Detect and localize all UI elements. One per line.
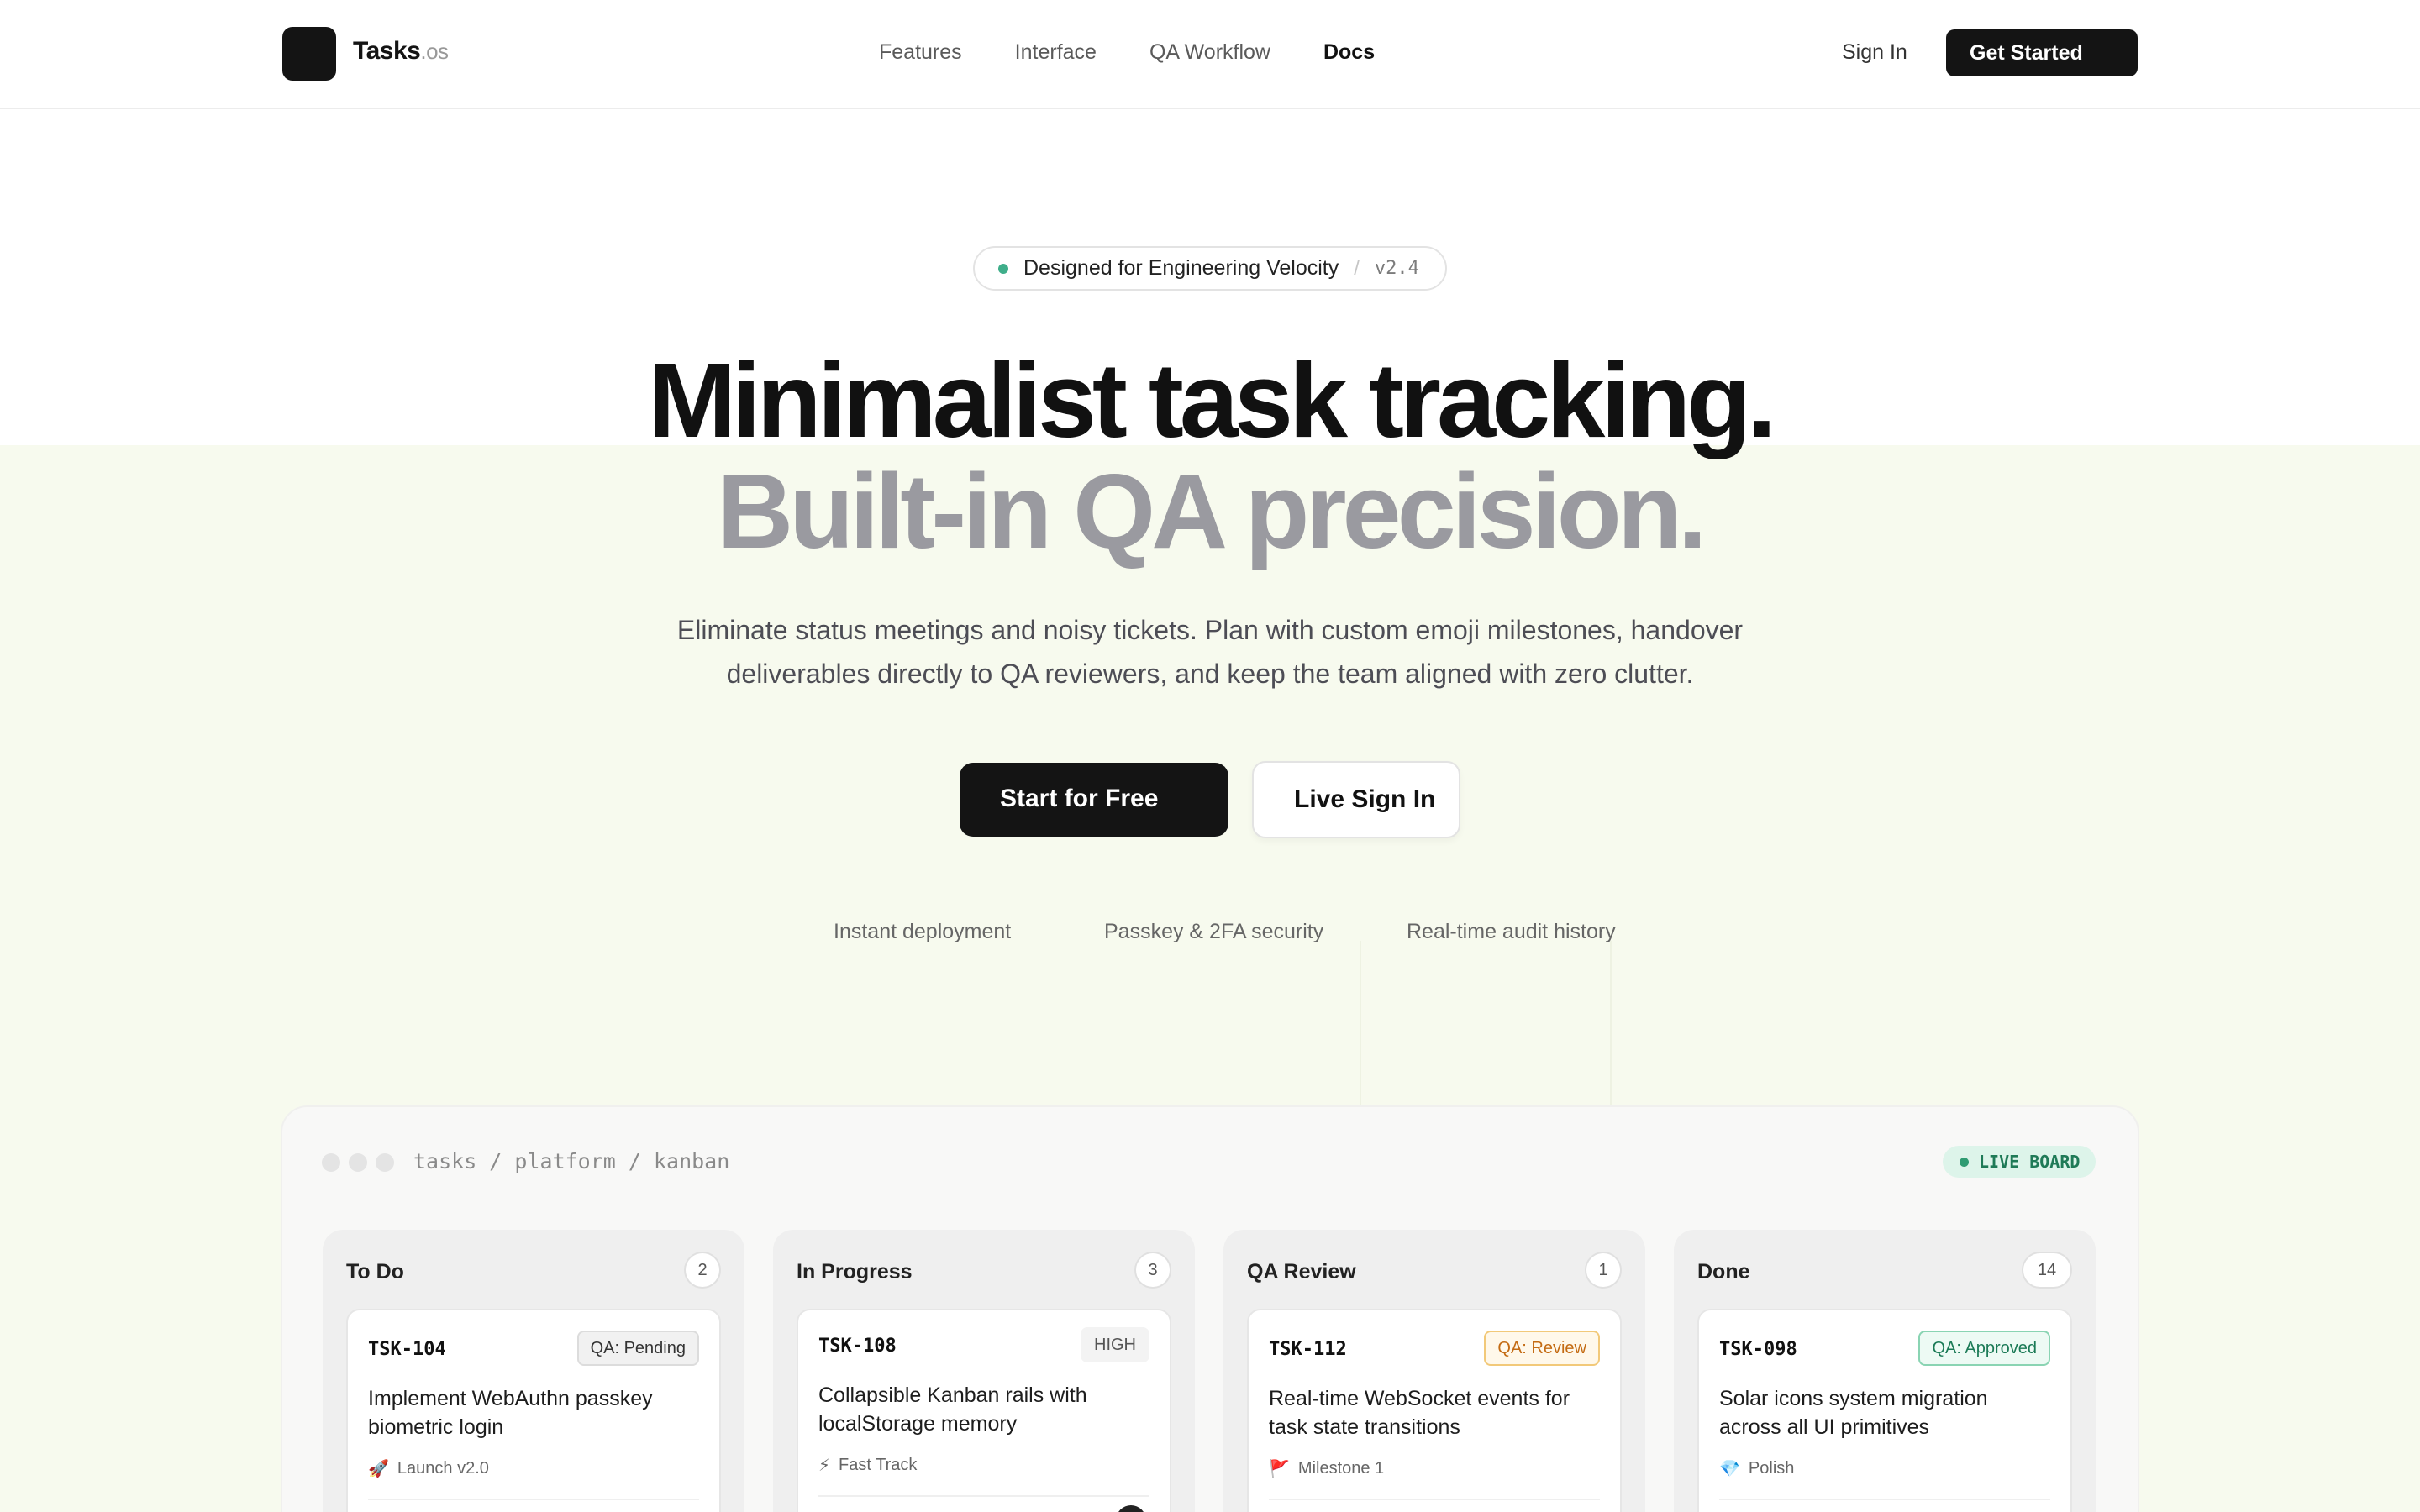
task-card[interactable]: TSK-108 HIGH Collapsible Kanban rails wi… bbox=[797, 1309, 1171, 1512]
decor-line bbox=[1360, 941, 1361, 1109]
column-title: Done bbox=[1697, 1260, 1750, 1284]
milestone-label: Polish bbox=[1748, 1459, 1795, 1478]
headline-primary: Minimalist task tracking. bbox=[647, 341, 1776, 459]
column-title: QA Review bbox=[1247, 1260, 1356, 1284]
card-divider bbox=[818, 1495, 1150, 1497]
column-count-badge: 2 bbox=[684, 1252, 721, 1289]
milestone-label: Launch v2.0 bbox=[397, 1459, 489, 1478]
task-card[interactable]: TSK-098 QA: Approved Solar icons system … bbox=[1697, 1309, 2072, 1512]
qa-status-badge: QA: Approved bbox=[1918, 1331, 2050, 1366]
live-board-badge: LIVE BOARD bbox=[1943, 1146, 2096, 1178]
task-title: Collapsible Kanban rails with localStora… bbox=[818, 1383, 1087, 1436]
get-started-button[interactable]: Get Started bbox=[1946, 29, 2138, 76]
kanban-column-qa-review: QA Review 1 TSK-112 QA: Review Real-time… bbox=[1223, 1230, 1645, 1512]
logo-text[interactable]: Tasks.os bbox=[353, 37, 449, 66]
task-id: TSK-112 bbox=[1269, 1339, 1347, 1360]
nav-link-qa-workflow[interactable]: QA Workflow bbox=[1150, 40, 1270, 65]
lightning-icon: ⚡ bbox=[818, 1457, 831, 1475]
column-count-badge: 1 bbox=[1585, 1252, 1622, 1289]
milestone-tag: ⚡ Fast Track bbox=[818, 1455, 917, 1476]
live-dot-icon bbox=[1960, 1157, 1969, 1167]
kanban-column-todo: To Do 2 TSK-104 QA: Pending Implement We… bbox=[323, 1230, 744, 1512]
milestone-tag: 🚩 Milestone 1 bbox=[1269, 1458, 1384, 1479]
column-title: In Progress bbox=[797, 1260, 913, 1284]
feature-audit-history: Real-time audit history bbox=[1407, 920, 1616, 943]
column-count-badge: 14 bbox=[2022, 1252, 2072, 1289]
card-divider bbox=[1269, 1499, 1600, 1500]
kanban-column-in-progress: In Progress 3 TSK-108 HIGH Collapsible K… bbox=[773, 1230, 1195, 1512]
live-sign-in-button[interactable]: Live Sign In bbox=[1252, 761, 1460, 838]
pill-version: v2.4 bbox=[1374, 258, 1419, 279]
brand-suffix: .os bbox=[420, 39, 449, 64]
nav-link-interface[interactable]: Interface bbox=[1015, 40, 1097, 65]
nav-link-features[interactable]: Features bbox=[879, 40, 962, 65]
avatar bbox=[1116, 1505, 1146, 1512]
task-title: Real-time WebSocket events for task stat… bbox=[1269, 1387, 1570, 1439]
column-title: To Do bbox=[346, 1260, 404, 1284]
priority-badge: HIGH bbox=[1081, 1327, 1150, 1362]
window-dot-icon bbox=[322, 1153, 340, 1172]
qa-status-badge: QA: Review bbox=[1484, 1331, 1600, 1366]
live-board-label: LIVE BOARD bbox=[1979, 1152, 2081, 1172]
sign-in-link[interactable]: Sign In bbox=[1842, 40, 1907, 65]
pill-label: Designed for Engineering Velocity bbox=[1023, 256, 1339, 280]
task-id: TSK-104 bbox=[368, 1339, 446, 1360]
nav-links: Features Interface QA Workflow Docs bbox=[879, 40, 1428, 65]
nav-link-docs[interactable]: Docs bbox=[1323, 40, 1375, 65]
start-for-free-button[interactable]: Start for Free bbox=[960, 763, 1228, 837]
milestone-tag: 💎 Polish bbox=[1719, 1458, 1794, 1479]
task-id: TSK-108 bbox=[818, 1336, 897, 1357]
brand-name: Tasks bbox=[353, 37, 421, 65]
milestone-label: Fast Track bbox=[839, 1456, 918, 1474]
task-card[interactable]: TSK-112 QA: Review Real-time WebSocket e… bbox=[1247, 1309, 1622, 1512]
task-card[interactable]: TSK-104 QA: Pending Implement WebAuthn p… bbox=[346, 1309, 721, 1512]
top-nav: Tasks.os Features Interface QA Workflow … bbox=[0, 0, 2420, 109]
kanban-column-done: Done 14 TSK-098 QA: Approved Solar icons… bbox=[1674, 1230, 2096, 1512]
feature-passkey-security: Passkey & 2FA security bbox=[1104, 920, 1324, 943]
flag-icon: 🚩 bbox=[1269, 1460, 1290, 1478]
gem-icon: 💎 bbox=[1719, 1460, 1740, 1478]
logo-mark[interactable] bbox=[282, 27, 336, 81]
headline-secondary: Built-in QA precision. bbox=[717, 452, 1707, 570]
milestone-label: Milestone 1 bbox=[1297, 1459, 1385, 1478]
hero-subtitle: Eliminate status meetings and noisy tick… bbox=[676, 615, 1744, 689]
qa-status-badge: QA: Pending bbox=[576, 1331, 699, 1366]
milestone-tag: 🚀 Launch v2.0 bbox=[368, 1458, 489, 1479]
announcement-pill[interactable]: Designed for Engineering Velocity / v2.4 bbox=[973, 246, 1447, 291]
decor-line bbox=[1610, 941, 1612, 1109]
window-dot-icon bbox=[376, 1153, 394, 1172]
rocket-icon: 🚀 bbox=[368, 1460, 389, 1478]
feature-instant-deployment: Instant deployment bbox=[834, 920, 1012, 943]
task-title: Implement WebAuthn passkey biometric log… bbox=[368, 1387, 653, 1439]
card-divider bbox=[1719, 1499, 2050, 1500]
pill-separator: / bbox=[1354, 256, 1360, 280]
status-dot-icon bbox=[998, 263, 1008, 274]
board-breadcrumb: tasks / platform / kanban bbox=[413, 1149, 730, 1173]
card-divider bbox=[368, 1499, 699, 1500]
column-count-badge: 3 bbox=[1134, 1252, 1171, 1289]
window-dot-icon bbox=[349, 1153, 367, 1172]
task-id: TSK-098 bbox=[1719, 1339, 1797, 1360]
task-title: Solar icons system migration across all … bbox=[1719, 1387, 1988, 1439]
